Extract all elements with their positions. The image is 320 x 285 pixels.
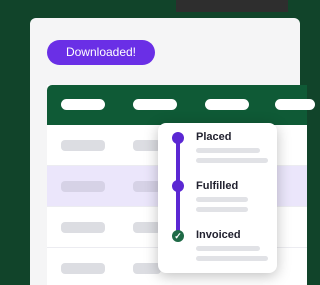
table-header	[47, 85, 315, 125]
step-detail-placeholder	[196, 197, 248, 202]
column-header-placeholder	[61, 99, 105, 110]
dot-icon	[172, 132, 184, 144]
step-label-placed: Placed	[196, 131, 232, 143]
step-detail-placeholder	[196, 148, 260, 153]
downloaded-button[interactable]: Downloaded!	[47, 40, 155, 65]
check-icon: ✓	[172, 230, 184, 242]
column-header-placeholder	[275, 99, 315, 110]
step-detail-placeholder	[196, 256, 268, 261]
background-strip	[176, 0, 288, 12]
order-status-popover: Placed Fulfilled ✓ Invoiced	[158, 123, 277, 273]
step-detail-placeholder	[196, 207, 248, 212]
cell-placeholder	[61, 222, 105, 233]
step-label-fulfilled: Fulfilled	[196, 180, 239, 192]
step-label-invoiced: Invoiced	[196, 229, 241, 241]
dot-icon	[172, 180, 184, 192]
cell-placeholder	[133, 263, 161, 274]
step-detail-placeholder	[196, 158, 268, 163]
column-header-placeholder	[133, 99, 177, 110]
cell-placeholder	[133, 222, 161, 233]
cell-placeholder	[61, 140, 105, 151]
column-header-placeholder	[205, 99, 249, 110]
cell-placeholder	[61, 263, 105, 274]
cell-placeholder	[133, 181, 161, 192]
cell-placeholder	[133, 140, 161, 151]
cell-placeholder	[61, 181, 105, 192]
step-detail-placeholder	[196, 246, 260, 251]
